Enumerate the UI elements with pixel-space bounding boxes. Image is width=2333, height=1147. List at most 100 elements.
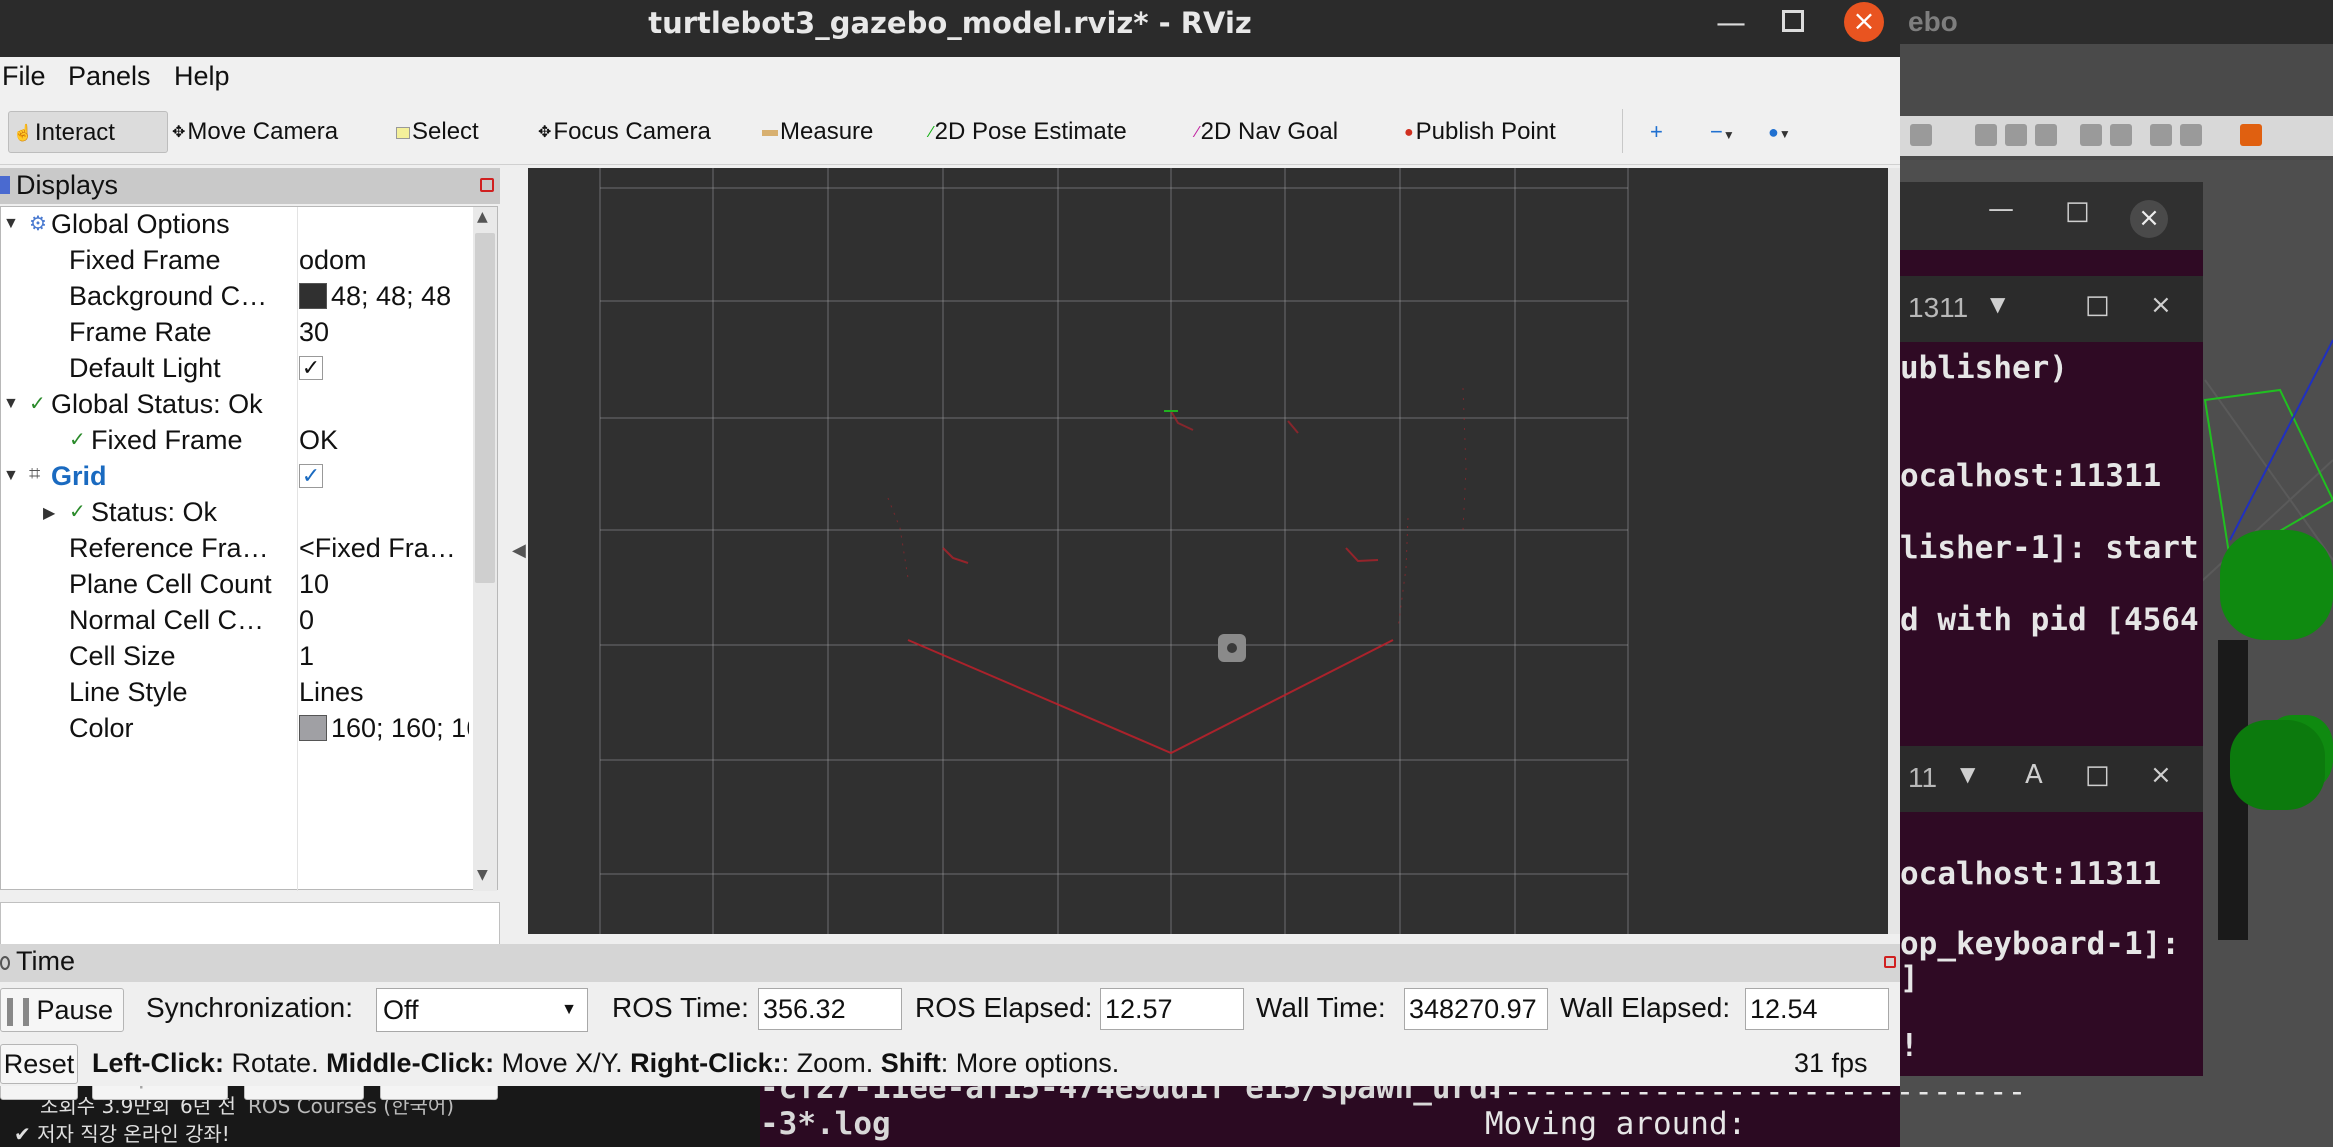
minimize-icon[interactable]: — xyxy=(1716,6,1746,41)
tool-focus-camera[interactable]: ✥Focus Camera xyxy=(538,111,711,153)
tree-row-global-status[interactable]: ▼ ✓ Global Status: Ok xyxy=(1,387,473,423)
tree-row-plane-cell-count[interactable]: Plane Cell Count 10 xyxy=(1,567,473,603)
panel-close-icon[interactable] xyxy=(1884,956,1896,968)
tree-scrollbar[interactable]: ▲ ▼ xyxy=(473,207,497,891)
tree-value[interactable]: 10 xyxy=(299,569,469,600)
tool-2d-nav-goal[interactable]: ⁄2D Nav Goal xyxy=(1196,111,1338,153)
tool-toolbar: ☝Interact ✥Move Camera Select ✥Focus Cam… xyxy=(0,99,1900,165)
terminal-tab-1-label[interactable]: 1311 xyxy=(1908,292,1968,324)
fps-counter: 31 fps xyxy=(1794,1048,1868,1078)
tree-row-line-style[interactable]: Line Style Lines xyxy=(1,675,473,711)
remove-tool-icon[interactable]: −▼ xyxy=(1710,111,1735,153)
align-icon[interactable] xyxy=(2150,124,2172,146)
close-icon[interactable]: × xyxy=(2150,290,2172,320)
default-light-checkbox[interactable]: ✓ xyxy=(299,355,323,380)
chevron-down-icon[interactable]: ▼ xyxy=(1990,292,2005,316)
tree-value[interactable]: odom xyxy=(299,245,469,276)
hint-text: : Zoom. xyxy=(781,1048,881,1078)
snap-icon[interactable] xyxy=(2180,124,2202,146)
spot-light-icon[interactable] xyxy=(2005,124,2027,146)
record-icon[interactable] xyxy=(2240,124,2262,146)
maximize-icon[interactable]: □ xyxy=(2085,760,2110,790)
reset-button[interactable]: Reset xyxy=(0,1044,78,1084)
tool-move-camera[interactable]: ✥Move Camera xyxy=(172,111,338,153)
tree-row-default-light[interactable]: Default Light ✓ xyxy=(1,351,473,387)
tool-measure[interactable]: Measure xyxy=(762,111,873,153)
expand-arrow-icon[interactable]: ▶ xyxy=(43,503,55,523)
tree-row-reference-frame[interactable]: Reference Fra… <Fixed Fra… xyxy=(1,531,473,567)
terminal-tab-2-label[interactable]: 11 xyxy=(1908,762,1937,794)
close-icon[interactable]: × xyxy=(1844,2,1884,42)
check-icon: ✓ xyxy=(69,429,86,451)
tool-interact[interactable]: ☝Interact xyxy=(8,111,168,153)
add-tool-icon[interactable]: + xyxy=(1650,111,1663,153)
terminal-line: d with pid [4564 xyxy=(1900,602,2199,638)
window-titlebar[interactable]: turtlebot3_gazebo_model.rviz* - RViz — × xyxy=(0,0,1900,57)
chevron-down-icon: ▼ xyxy=(561,1001,577,1018)
wall-elapsed-field[interactable]: 12.54 xyxy=(1745,988,1889,1030)
ros-elapsed-field[interactable]: 12.57 xyxy=(1100,988,1244,1030)
tool-publish-point[interactable]: ●Publish Point xyxy=(1404,111,1556,153)
tree-value[interactable]: 1 xyxy=(299,641,469,672)
time-header[interactable]: Time xyxy=(0,944,1900,982)
sync-select[interactable]: Off ▼ xyxy=(376,988,588,1032)
chevron-down-icon[interactable]: ▼ xyxy=(1960,762,1975,786)
panel-close-icon[interactable] xyxy=(480,178,494,192)
paste-icon[interactable] xyxy=(2110,124,2132,146)
tree-row-grid-status[interactable]: ▶ ✓ Status: Ok xyxy=(1,495,473,531)
menu-file[interactable]: File xyxy=(2,61,46,92)
tree-value[interactable]: 0 xyxy=(299,605,469,636)
3d-viewport[interactable] xyxy=(528,168,1888,934)
maximize-icon[interactable]: □ xyxy=(2085,290,2110,320)
tree-value[interactable]: Lines xyxy=(299,677,469,708)
tool-label: 2D Pose Estimate xyxy=(934,118,1127,145)
displays-header[interactable]: Displays xyxy=(0,168,500,204)
tree-value[interactable]: 48; 48; 48 xyxy=(299,281,469,312)
collapse-panel-icon[interactable]: ◀ xyxy=(512,540,526,561)
tool-select[interactable]: Select xyxy=(396,111,479,153)
tree-row-background-color[interactable]: Background C… 48; 48; 48 xyxy=(1,279,473,315)
scrollbar-thumb[interactable] xyxy=(475,233,495,583)
copy-icon[interactable] xyxy=(2080,124,2102,146)
tree-row-color[interactable]: Color 160; 160; 164 xyxy=(1,711,473,747)
directional-light-icon[interactable] xyxy=(2035,124,2057,146)
camera-type-icon[interactable]: ●▼ xyxy=(1768,111,1791,153)
tree-row-normal-cell-count[interactable]: Normal Cell C… 0 xyxy=(1,603,473,639)
menu-help[interactable]: Help xyxy=(174,61,230,92)
terminal-close-icon[interactable]: × xyxy=(2130,200,2168,238)
expand-arrow-icon[interactable]: ▼ xyxy=(3,395,19,413)
wall-time-field[interactable]: 348270.97 xyxy=(1404,988,1548,1030)
tree-row-grid[interactable]: ▼ ⌗ Grid ✓ xyxy=(1,459,473,495)
ros-time-field[interactable]: 356.32 xyxy=(758,988,902,1030)
color-swatch[interactable] xyxy=(299,714,327,741)
color-swatch[interactable] xyxy=(299,282,327,309)
expand-arrow-icon[interactable]: ▼ xyxy=(3,215,19,233)
tree-row-frame-rate[interactable]: Frame Rate 30 xyxy=(1,315,473,351)
laser-scan-segment xyxy=(1287,420,1299,434)
menu-panels[interactable]: Panels xyxy=(68,61,151,92)
tree-row-fixed-frame[interactable]: Fixed Frame odom xyxy=(1,243,473,279)
text-size-icon[interactable]: A xyxy=(2025,760,2043,790)
promo-text[interactable]: ✔ 저자 직강 온라인 강좌! xyxy=(14,1118,230,1147)
terminal-tab-2: 11 ▼ A □ × ocalhost:11311 op_keyboard-1]… xyxy=(1900,746,2203,1076)
cylinder-icon[interactable] xyxy=(1910,124,1932,146)
grid-enabled-checkbox[interactable]: ✓ xyxy=(299,463,323,488)
scroll-down-icon[interactable]: ▼ xyxy=(477,867,488,883)
maximize-icon[interactable]: □ xyxy=(2065,196,2090,226)
minimize-icon[interactable]: — xyxy=(1988,194,2014,224)
tree-value[interactable]: <Fixed Fra… xyxy=(299,533,469,564)
toolbar-separator xyxy=(1622,109,1623,153)
pause-button[interactable]: Pause xyxy=(0,988,124,1032)
tree-value[interactable]: 160; 160; 164 xyxy=(299,713,469,744)
expand-arrow-icon[interactable]: ▼ xyxy=(3,467,19,485)
tree-row-global-options[interactable]: ▼ ⚙ Global Options xyxy=(1,207,473,243)
close-icon[interactable]: × xyxy=(2150,760,2172,790)
scroll-up-icon[interactable]: ▲ xyxy=(477,209,488,225)
maximize-icon[interactable] xyxy=(1782,10,1804,32)
sun-icon[interactable] xyxy=(1975,124,1997,146)
tree-value[interactable]: 30 xyxy=(299,317,469,348)
tree-row-cell-size[interactable]: Cell Size 1 xyxy=(1,639,473,675)
tree-row-status-fixed-frame[interactable]: ✓ Fixed Frame OK xyxy=(1,423,473,459)
tool-2d-pose-estimate[interactable]: ⁄2D Pose Estimate xyxy=(930,111,1127,153)
sync-value: Off xyxy=(383,995,419,1025)
